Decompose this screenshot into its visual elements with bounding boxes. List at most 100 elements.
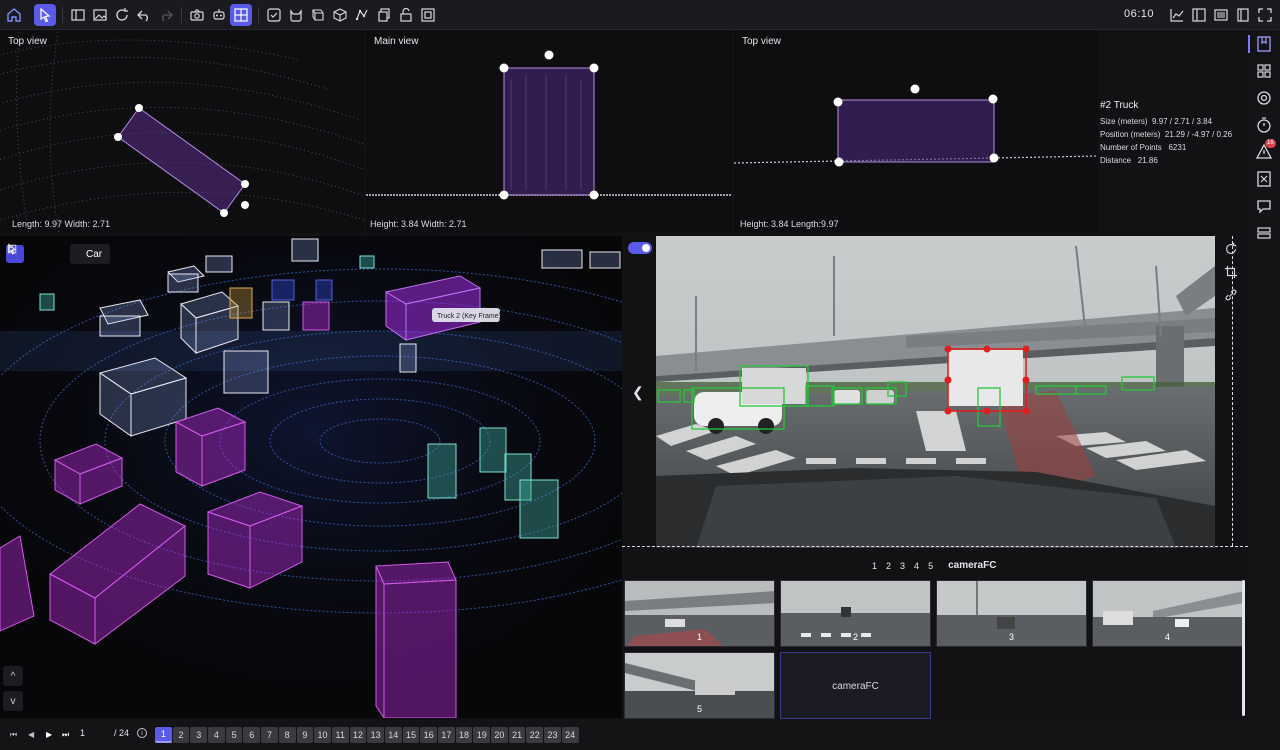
cat-icon[interactable] (285, 4, 307, 26)
layers-icon[interactable] (1255, 224, 1273, 242)
copy-icon[interactable] (373, 4, 395, 26)
frame-button[interactable]: 5 (225, 727, 243, 743)
comment-icon[interactable] (1255, 197, 1273, 215)
frame-button[interactable]: 3 (190, 727, 208, 743)
cube-multi-icon[interactable] (307, 4, 329, 26)
camera-tab-4[interactable]: 4 (914, 561, 919, 571)
close-tag-icon[interactable] (1255, 170, 1273, 188)
image-icon[interactable] (89, 4, 111, 26)
refresh-icon[interactable] (111, 4, 133, 26)
home-icon[interactable] (3, 4, 25, 26)
box-tool-icon[interactable] (7, 244, 46, 263)
sidebar-icon[interactable] (67, 4, 89, 26)
camera-tab-2[interactable]: 2 (886, 561, 891, 571)
clock: 06:10 (1124, 8, 1155, 20)
frame-button[interactable]: 2 (172, 727, 190, 743)
layout-icon[interactable] (1188, 4, 1210, 26)
frame-button[interactable]: 17 (438, 727, 455, 743)
camera-thumbnail-current[interactable]: cameraFC (780, 652, 931, 719)
frame-button[interactable]: 22 (526, 727, 544, 743)
zoom-up-button[interactable]: ^ (3, 666, 23, 686)
camera-icon[interactable] (186, 4, 208, 26)
apps-icon[interactable] (1255, 62, 1273, 80)
frame-icon[interactable] (417, 4, 439, 26)
camera-tab-3[interactable]: 3 (900, 561, 905, 571)
size-row: Size (meters) 9.97 / 2.71 / 3.84 (1100, 117, 1213, 126)
play-icon[interactable]: ▶ (46, 730, 52, 739)
prev-frame-icon[interactable]: ◀ (28, 730, 34, 739)
select-tool-icon[interactable] (34, 4, 56, 26)
link-icon[interactable] (1224, 288, 1240, 304)
frame-button[interactable]: 13 (367, 727, 384, 743)
frame-button[interactable]: 9 (296, 727, 314, 743)
info-icon[interactable]: i (137, 728, 147, 738)
frame-button[interactable]: 12 (349, 727, 367, 743)
scene-toolbar: Car (6, 243, 111, 265)
view-dimensions: Length: 9.97 Width: 2.71 (12, 219, 111, 229)
main-view[interactable]: Main view Height: 3.84 Width: 2.71 (366, 30, 732, 233)
top-view-right[interactable]: Top view Height: 3.84 Length:9.97 (734, 30, 1098, 233)
chevron-left-icon[interactable]: ❮ (632, 384, 644, 401)
camera-tab-current[interactable]: cameraFC (948, 560, 996, 571)
camera-image[interactable] (656, 236, 1215, 548)
frame-total: / 24 (114, 728, 130, 738)
list-icon[interactable] (1210, 4, 1232, 26)
rotate-icon[interactable] (1224, 242, 1240, 258)
frame-button[interactable]: 8 (278, 727, 296, 743)
warning-icon[interactable]: 16 (1255, 139, 1276, 161)
zoom-down-button[interactable]: v (3, 691, 23, 711)
frame-button[interactable]: 7 (261, 727, 278, 743)
view-title: Top view (742, 36, 781, 47)
camera-thumbnail-2[interactable]: 2 (780, 580, 931, 647)
frame-button[interactable]: 6 (243, 727, 261, 743)
frame-button[interactable]: 15 (402, 727, 420, 743)
frame-button[interactable]: 19 (473, 727, 491, 743)
object-info-panel: #2 Truck Size (meters) 9.97 / 2.71 / 3.8… (1100, 100, 1246, 167)
camera-tab-1[interactable]: 1 (872, 561, 877, 571)
chart-icon[interactable] (1166, 4, 1188, 26)
camera-thumbnail-5[interactable]: 5 (624, 652, 775, 719)
undo-icon[interactable] (133, 4, 155, 26)
class-select-value: Car (86, 248, 103, 260)
frame-button[interactable]: 21 (508, 727, 526, 743)
grid-layout-icon[interactable] (230, 4, 252, 26)
thumbnail-scrollbar[interactable] (1242, 580, 1245, 716)
frame-button[interactable]: 11 (331, 727, 349, 743)
class-select[interactable]: Car (7, 244, 111, 264)
redo-icon[interactable] (155, 4, 177, 26)
top-view-left[interactable]: Top view Length: 9.97 Width: 2.71 (0, 30, 364, 233)
frame-button[interactable]: 14 (384, 727, 402, 743)
bookmark-icon[interactable] (1255, 35, 1273, 53)
lock-open-icon[interactable] (395, 4, 417, 26)
camera-thumbnail-1[interactable]: 1 (624, 580, 775, 647)
cube-icon[interactable] (329, 4, 351, 26)
fit-icon[interactable] (263, 4, 285, 26)
robot-icon[interactable] (208, 4, 230, 26)
camera-overlay-toggle[interactable] (628, 242, 652, 254)
crop-icon[interactable] (1224, 265, 1240, 281)
polyline-icon[interactable] (351, 4, 373, 26)
frame-button[interactable]: 10 (314, 727, 331, 743)
frame-button[interactable]: 4 (208, 727, 225, 743)
key-frame-label: Truck 2 (Key Frame) (437, 313, 501, 320)
frame-button[interactable]: 1 (155, 727, 172, 743)
frame-button[interactable]: 18 (455, 727, 473, 743)
pointcloud-3d-view[interactable]: Truck 2 (Key Frame) Car ^ v (0, 236, 622, 718)
frame-button[interactable]: 20 (491, 727, 508, 743)
camera-thumbnail-3[interactable]: 3 (936, 580, 1087, 647)
frame-button[interactable]: 24 (561, 727, 579, 743)
book-icon[interactable] (1232, 4, 1254, 26)
camera-thumbnail-4[interactable]: 4 (1092, 580, 1243, 647)
chevron-down-icon[interactable] (7, 245, 60, 263)
frame-button[interactable]: 23 (544, 727, 561, 743)
frame-button[interactable]: 16 (420, 727, 437, 743)
last-frame-icon[interactable]: ⏭ (62, 730, 69, 740)
timer-icon[interactable] (1255, 116, 1273, 134)
expand-icon[interactable] (1254, 4, 1276, 26)
object-title: #2 Truck (1100, 100, 1139, 111)
first-frame-icon[interactable]: ⏮ (10, 730, 17, 740)
settings-icon[interactable] (1255, 89, 1273, 107)
frame-number-input[interactable]: 1 (80, 728, 85, 738)
view-title: Top view (8, 36, 47, 47)
camera-tab-5[interactable]: 5 (928, 561, 933, 571)
